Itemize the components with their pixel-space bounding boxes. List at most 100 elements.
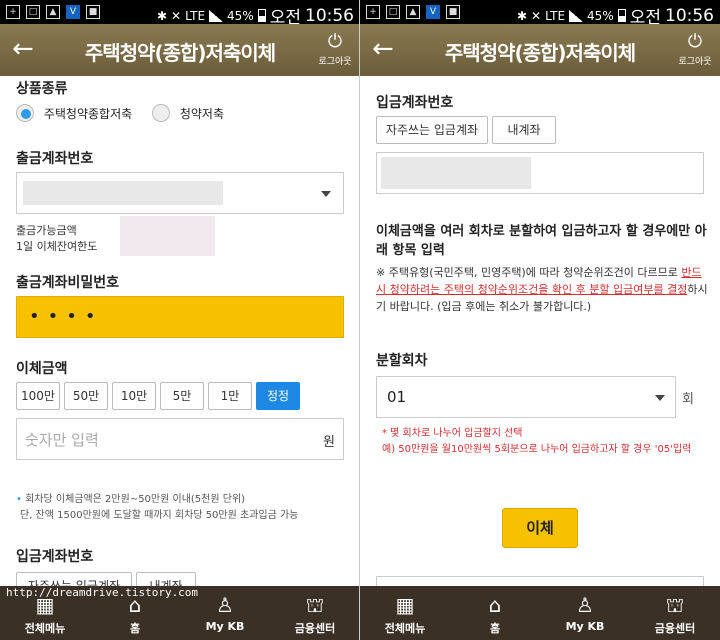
amount-chip-10man[interactable]: 10만 xyxy=(112,382,156,410)
person-icon: ♙ xyxy=(576,593,594,617)
nav-label: 홈 xyxy=(489,622,501,635)
clock: 10:56 xyxy=(305,5,354,26)
signal-icon xyxy=(209,9,224,22)
bluetooth-icon: ✱ xyxy=(516,8,528,23)
amount-reset-button[interactable]: 정정 xyxy=(256,382,300,410)
my-account-button[interactable]: 내계좌 xyxy=(136,572,196,586)
mute-icon: ✕ xyxy=(531,8,542,23)
left-screen: + □ ▲ V ■ ✱ ✕ LTE 45% 오전 10:56 ← 주택청약(종합… xyxy=(0,0,360,640)
nav-my-kb[interactable]: ♙ My KB xyxy=(540,586,630,640)
battery-icon xyxy=(257,9,266,22)
bank-center-icon: ⛫ xyxy=(305,593,325,617)
withdraw-account-label: 출금계좌번호 xyxy=(16,151,94,167)
amount-chip-100man[interactable]: 100만 xyxy=(16,382,60,410)
withdraw-password-input[interactable]: •••• xyxy=(16,296,344,338)
nav-label: 전체메뉴 xyxy=(384,622,426,635)
split-note: * 몇 회차로 나누어 입금할지 선택 예) 50만원을 월10만원씩 5회분으… xyxy=(382,426,710,458)
nav-label: My KB xyxy=(205,620,245,633)
radio-option-subscription[interactable]: 청약저축 xyxy=(152,104,224,122)
app-notification-icon: V xyxy=(426,5,440,19)
my-account-button[interactable]: 내계좌 xyxy=(492,116,556,144)
network-type: LTE xyxy=(185,8,206,23)
bluetooth-icon: ✱ xyxy=(156,8,168,23)
amount-chip-5man[interactable]: 5만 xyxy=(160,382,204,410)
split-count-label: 분할회차 xyxy=(376,353,428,369)
deposit-account-field[interactable] xyxy=(376,152,704,194)
amount-note-line2: 단, 잔액 1500만원에 도달할 때까지 회차당 50만원 초과입금 가능 xyxy=(20,510,299,521)
power-icon: ⏻ xyxy=(327,31,343,52)
withdraw-account-select[interactable] xyxy=(16,172,344,214)
app-notification-icon: V xyxy=(66,5,80,19)
bottom-nav: ▦ 전체메뉴 ⌂ 홈 ♙ My KB ⛫ 금융센터 xyxy=(360,586,720,640)
split-count-select[interactable]: 01 xyxy=(376,376,676,418)
nav-label: 홈 xyxy=(129,622,141,635)
nav-finance-center[interactable]: ⛫ 금융센터 xyxy=(630,586,720,640)
amount-note: • 회차당 이체금액은 2만원~50만원 이내(5천원 단위) 단, 잔액 15… xyxy=(16,492,352,524)
amount-placeholder: 숫자만 입력 xyxy=(25,431,99,449)
split-warning: ※ 주택유형(국민주택, 민영주택)에 따라 청약순위조건이 다르므로 반드시 … xyxy=(376,264,710,315)
nav-label: 금융센터 xyxy=(294,622,336,635)
masked-account xyxy=(23,181,223,205)
battery-percent: 45% xyxy=(587,8,614,23)
nav-all-menu[interactable]: ▦ 전체메뉴 xyxy=(360,586,450,640)
page-title: 주택청약(종합)저축이체 xyxy=(84,41,276,65)
radio-unselected-icon xyxy=(152,104,170,122)
logout-button[interactable]: ⏻ 로그아웃 xyxy=(676,31,714,68)
deposit-account-label: 입금계좌번호 xyxy=(376,95,454,111)
notification-icon: ▲ xyxy=(46,5,60,19)
warning-text: ※ 주택유형(국민주택, 민영주택)에 따라 청약순위조건이 다르므로 xyxy=(376,266,682,279)
available-amount-label: 출금가능금액 xyxy=(16,224,77,237)
right-screen: + □ ▲ V ■ ✱ ✕ LTE 45% 오전 10:56 ← 주택청약(종합… xyxy=(360,0,720,640)
logout-label: 로그아웃 xyxy=(318,57,352,67)
amount-input[interactable]: 숫자만 입력 원 xyxy=(16,418,344,460)
home-icon: ⌂ xyxy=(488,593,502,617)
chevron-down-icon xyxy=(321,191,331,197)
amount-unit: 원 xyxy=(323,435,335,450)
frequent-account-button[interactable]: 자주쓰는 입금계좌 xyxy=(16,572,132,586)
app-header: ← 주택청약(종합)저축이체 ⏻ 로그아웃 xyxy=(360,24,720,76)
frequent-account-button[interactable]: 자주쓰는 입금계좌 xyxy=(376,116,488,144)
amount-label: 이체금액 xyxy=(16,361,68,377)
nav-label: 금융센터 xyxy=(654,622,696,635)
split-note-1: * 몇 회차로 나누어 입금할지 선택 xyxy=(382,428,523,439)
page-title: 주택청약(종합)저축이체 xyxy=(444,41,636,65)
battery-icon xyxy=(617,9,626,22)
split-note-2: 예) 50만원을 월10만원씩 5회분으로 나누어 입금하고자 할 경우 '05… xyxy=(382,444,692,455)
masked-account xyxy=(381,157,531,189)
transfer-button[interactable]: 이체 xyxy=(502,508,578,548)
notification-icon: ■ xyxy=(86,5,100,19)
clock: 10:56 xyxy=(665,5,714,26)
amount-chip-50man[interactable]: 50만 xyxy=(64,382,108,410)
radio-label: 주택청약종합저축 xyxy=(43,106,133,121)
status-bar: + □ ▲ V ■ ✱ ✕ LTE 45% 오전 10:56 xyxy=(360,0,720,28)
watermark: http://dreamdrive.tistory.com xyxy=(6,586,199,599)
battery-percent: 45% xyxy=(227,8,254,23)
form-content: 입금계좌번호 자주쓰는 입금계좌 내계좌 이체금액을 여러 회차로 분할하여 입… xyxy=(360,76,720,586)
notification-icon: + xyxy=(366,5,380,19)
split-intro: 이체금액을 여러 회차로 분할하여 입금하고자 할 경우에만 아래 항목 입력 xyxy=(376,224,707,258)
deposit-account-label: 입금계좌번호 xyxy=(16,549,94,565)
nav-finance-center[interactable]: ⛫ 금융센터 xyxy=(270,586,359,640)
notification-icon: □ xyxy=(386,5,400,19)
logout-button[interactable]: ⏻ 로그아웃 xyxy=(316,31,354,68)
nav-home[interactable]: ⌂ 홈 xyxy=(450,586,540,640)
withdraw-password-label: 출금계좌비밀번호 xyxy=(16,275,120,291)
split-count-unit: 회 xyxy=(682,392,694,407)
radio-option-housing-combined[interactable]: 주택청약종합저축 xyxy=(16,104,132,122)
password-mask: •••• xyxy=(29,306,104,327)
amount-note-line1: 회차당 이체금액은 2만원~50만원 이내(5천원 단위) xyxy=(25,494,246,505)
signal-icon xyxy=(569,9,584,22)
notification-icon: ▲ xyxy=(406,5,420,19)
notification-icon: ■ xyxy=(446,5,460,19)
form-content: 상품종류 주택청약종합저축 청약저축 출금계좌번호 출금가능금액 1일 이체잔여… xyxy=(0,76,359,586)
bullet-icon: • xyxy=(16,494,22,505)
split-count-value: 01 xyxy=(387,388,407,406)
chevron-down-icon xyxy=(655,395,665,401)
status-bar: + □ ▲ V ■ ✱ ✕ LTE 45% 오전 10:56 xyxy=(0,0,359,28)
next-field-edge xyxy=(376,576,704,586)
nav-label: 전체메뉴 xyxy=(24,622,66,635)
power-icon: ⏻ xyxy=(687,31,703,52)
masked-amount xyxy=(120,216,215,256)
daily-remaining-label: 1일 이체잔여한도 xyxy=(16,240,98,253)
amount-chip-1man[interactable]: 1만 xyxy=(208,382,252,410)
